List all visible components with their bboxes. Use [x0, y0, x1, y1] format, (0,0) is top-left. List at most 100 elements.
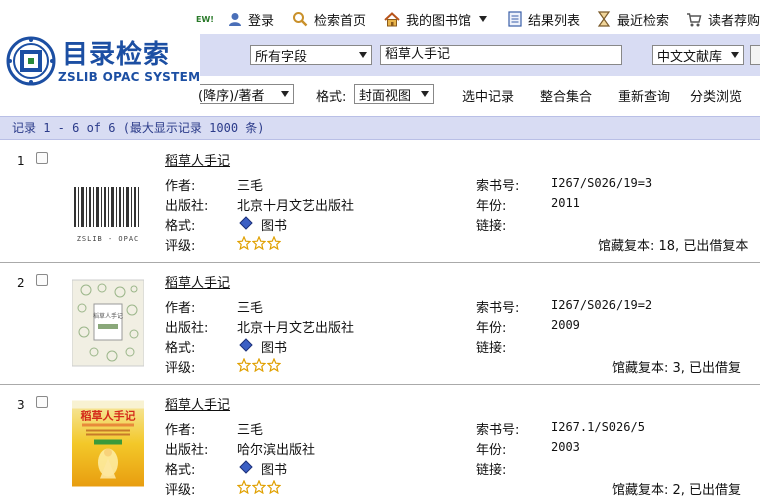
- year-label: 年份:: [476, 199, 507, 214]
- publisher-label: 出版社:: [165, 199, 209, 214]
- cover-placeholder-barcode[interactable]: ZSLIB - OPAC: [72, 173, 144, 259]
- call-no-value: I267/S026/19=3: [551, 176, 653, 190]
- document-icon: [508, 11, 522, 27]
- chevron-down-icon: [479, 16, 488, 22]
- nav-my-library[interactable]: 我的图书馆: [384, 9, 488, 29]
- call-no-value: I267.1/S026/5: [551, 420, 645, 434]
- star-icon: [252, 480, 266, 494]
- logo-subtitle: ZSLIB OPAC SYSTEM: [58, 70, 201, 84]
- nav-recent-search[interactable]: 最近检索: [597, 9, 669, 29]
- ew-badge: EW!: [196, 14, 214, 24]
- rating-stars[interactable]: [237, 480, 281, 494]
- star-icon: [237, 236, 251, 250]
- star-icon: [237, 480, 251, 494]
- book-diamond-icon: [239, 338, 253, 352]
- author-value: 三毛: [237, 179, 264, 194]
- search-field-select[interactable]: 所有字段: [250, 45, 372, 65]
- record-number: 2: [17, 276, 25, 290]
- record-checkbox[interactable]: [36, 274, 48, 286]
- nav-search-home[interactable]: 检索首页: [292, 9, 366, 29]
- browse-class-link[interactable]: 分类浏览: [690, 86, 742, 105]
- record-title-link[interactable]: 稻草人手记: [165, 150, 230, 169]
- result-count-bar: 记录 1 - 6 of 6 (最大显示记录 1000 条): [0, 116, 760, 140]
- call-no-label: 索书号:: [476, 423, 520, 438]
- format-select[interactable]: 封面视图: [354, 84, 434, 104]
- star-icon: [267, 480, 281, 494]
- requery-link[interactable]: 重新查询: [618, 86, 670, 105]
- format-value: 图书: [261, 341, 288, 356]
- publisher-value: 北京十月文艺出版社: [237, 199, 355, 214]
- record-checkbox[interactable]: [36, 396, 48, 408]
- chevron-down-icon: [421, 91, 429, 97]
- holdings-info[interactable]: 馆藏复本: 18, 已出借复本: [598, 235, 748, 254]
- author-value: 三毛: [237, 423, 264, 438]
- format-label: 格式:: [165, 219, 196, 234]
- publisher-label: 出版社:: [165, 321, 209, 336]
- star-icon: [267, 358, 281, 372]
- author-label: 作者:: [165, 179, 196, 194]
- book-cover-image[interactable]: 稻草人手记: [72, 273, 144, 373]
- nav-reader-recommend[interactable]: 读者荐购: [686, 9, 760, 29]
- star-icon: [237, 358, 251, 372]
- rating-label: 评级:: [165, 239, 196, 254]
- star-icon: [267, 236, 281, 250]
- search-bar: 所有字段 稻草人手记 中文文献库: [200, 34, 760, 76]
- rating-stars[interactable]: [237, 358, 281, 372]
- hourglass-icon: [597, 11, 611, 27]
- record-number: 1: [17, 154, 25, 168]
- library-logo[interactable]: 目录检索 ZSLIB OPAC SYSTEM: [0, 26, 200, 90]
- search-input[interactable]: 稻草人手记: [380, 45, 622, 65]
- link-label: 链接:: [476, 463, 507, 478]
- result-count-text: 记录 1 - 6 of 6 (最大显示记录 1000 条): [12, 121, 265, 135]
- chevron-down-icon: [731, 52, 739, 58]
- chevron-down-icon: [281, 91, 289, 97]
- call-no-label: 索书号:: [476, 301, 520, 316]
- book-cover-image[interactable]: 稻草人手记: [72, 387, 144, 500]
- cover-title-text: 稻草人手记: [81, 409, 136, 423]
- record-row: 1 ZSLIB - OPAC 稻草人手记 作者: 三毛 出版社: 北京十月文艺出…: [0, 141, 760, 263]
- cart-icon: [687, 12, 702, 26]
- holdings-info[interactable]: 馆藏复本: 2, 已出借复: [612, 479, 741, 498]
- book-diamond-icon: [239, 216, 253, 230]
- rating-label: 评级:: [165, 361, 196, 376]
- author-label: 作者:: [165, 301, 196, 316]
- link-label: 链接:: [476, 341, 507, 356]
- year-label: 年份:: [476, 443, 507, 458]
- format-value: 图书: [261, 219, 288, 234]
- record-title-link[interactable]: 稻草人手记: [165, 272, 230, 291]
- format-value: 图书: [261, 463, 288, 478]
- year-value: 2011: [551, 196, 580, 210]
- logo-title: 目录检索: [62, 40, 171, 70]
- cover-title-text: 稻草人手记: [93, 312, 123, 320]
- year-value: 2009: [551, 318, 580, 332]
- result-toolbar: (降序)/著者 格式: 封面视图 选中记录 整合集合 重新查询 分类浏览: [198, 82, 760, 108]
- record-title-link[interactable]: 稻草人手记: [165, 394, 230, 413]
- library-emblem-icon: [6, 36, 56, 86]
- publisher-label: 出版社:: [165, 443, 209, 458]
- rating-stars[interactable]: [237, 236, 281, 250]
- year-label: 年份:: [476, 321, 507, 336]
- sort-select[interactable]: (降序)/著者: [198, 84, 294, 104]
- year-value: 2003: [551, 440, 580, 454]
- record-row: 2 稻草人手记 稻草人手记 作者: 三毛 出版社: 北京十月文艺出版社 格式: …: [0, 263, 760, 385]
- record-checkbox[interactable]: [36, 152, 48, 164]
- author-value: 三毛: [237, 301, 264, 316]
- merge-set-link[interactable]: 整合集合: [540, 86, 592, 105]
- link-label: 链接:: [476, 219, 507, 234]
- selected-records-link[interactable]: 选中记录: [462, 86, 514, 105]
- cover-caption: ZSLIB - OPAC: [77, 235, 140, 243]
- database-select[interactable]: 中文文献库: [652, 45, 744, 65]
- record-number: 3: [17, 398, 25, 412]
- home-icon: [384, 11, 400, 26]
- format-label: 格式:: [316, 90, 347, 105]
- author-label: 作者:: [165, 423, 196, 438]
- search-button[interactable]: [750, 45, 760, 65]
- star-icon: [252, 358, 266, 372]
- holdings-info[interactable]: 馆藏复本: 3, 已出借复: [612, 357, 741, 376]
- nav-result-list[interactable]: 结果列表: [508, 9, 580, 29]
- publisher-value: 北京十月文艺出版社: [237, 321, 355, 336]
- header: 目录检索 ZSLIB OPAC SYSTEM EW! 登录 检索首页 我的图书馆: [0, 0, 760, 112]
- format-label: 格式:: [165, 463, 196, 478]
- nav-login[interactable]: 登录: [228, 9, 274, 29]
- star-icon: [252, 236, 266, 250]
